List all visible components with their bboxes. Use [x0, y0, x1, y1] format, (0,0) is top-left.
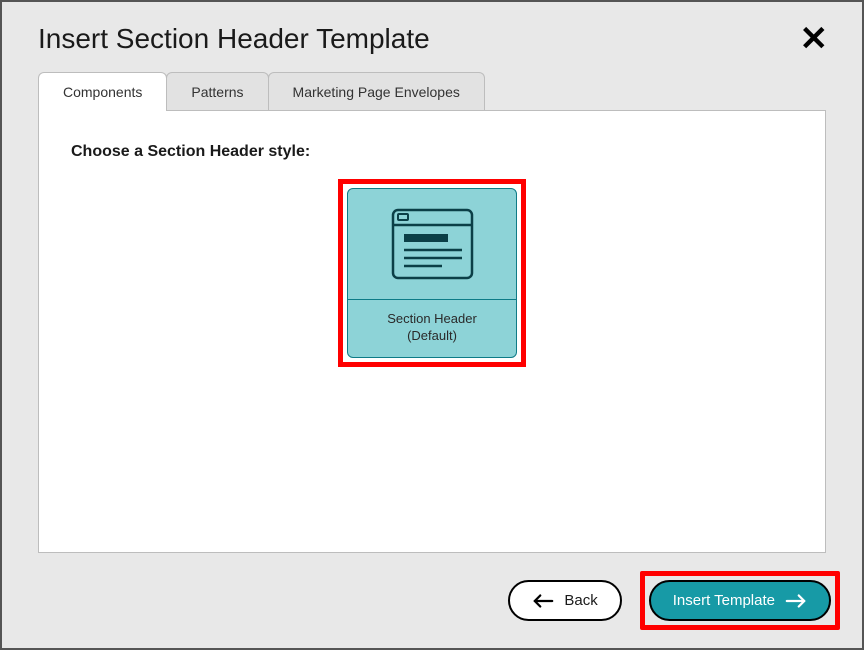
tab-envelopes-label: Marketing Page Envelopes — [293, 84, 460, 100]
section-header-default-card[interactable]: Section Header(Default) — [347, 188, 517, 358]
back-button[interactable]: Back — [508, 580, 621, 621]
tab-components[interactable]: Components — [38, 72, 167, 111]
insert-template-dialog: Insert Section Header Template ✕ Compone… — [2, 2, 862, 648]
dialog-header: Insert Section Header Template ✕ — [2, 2, 862, 64]
tab-patterns-label: Patterns — [191, 84, 243, 100]
tab-area: Components Patterns Marketing Page Envel… — [2, 72, 862, 111]
content-panel: Choose a Section Header style: — [38, 110, 826, 553]
tab-components-label: Components — [63, 84, 142, 100]
section-header-preview-icon — [390, 207, 475, 281]
tab-row: Components Patterns Marketing Page Envel… — [38, 72, 826, 111]
template-grid: Section Header(Default) — [71, 179, 793, 367]
dialog-footer: Back Insert Template — [2, 553, 862, 648]
template-card-label: Section Header(Default) — [348, 300, 516, 357]
back-button-label: Back — [564, 592, 597, 609]
tab-patterns[interactable]: Patterns — [166, 72, 268, 111]
arrow-left-icon — [532, 593, 554, 609]
arrow-right-icon — [785, 593, 807, 609]
choose-style-prompt: Choose a Section Header style: — [71, 143, 793, 161]
insert-template-button[interactable]: Insert Template — [649, 580, 831, 621]
insert-button-highlight: Insert Template — [640, 571, 840, 630]
dialog-title: Insert Section Header Template — [38, 23, 430, 55]
close-button[interactable]: ✕ — [796, 22, 833, 56]
close-icon: ✕ — [800, 20, 829, 58]
template-highlight-box: Section Header(Default) — [338, 179, 526, 367]
insert-button-label: Insert Template — [673, 592, 775, 609]
template-preview — [348, 189, 516, 300]
tab-marketing-envelopes[interactable]: Marketing Page Envelopes — [268, 72, 485, 111]
